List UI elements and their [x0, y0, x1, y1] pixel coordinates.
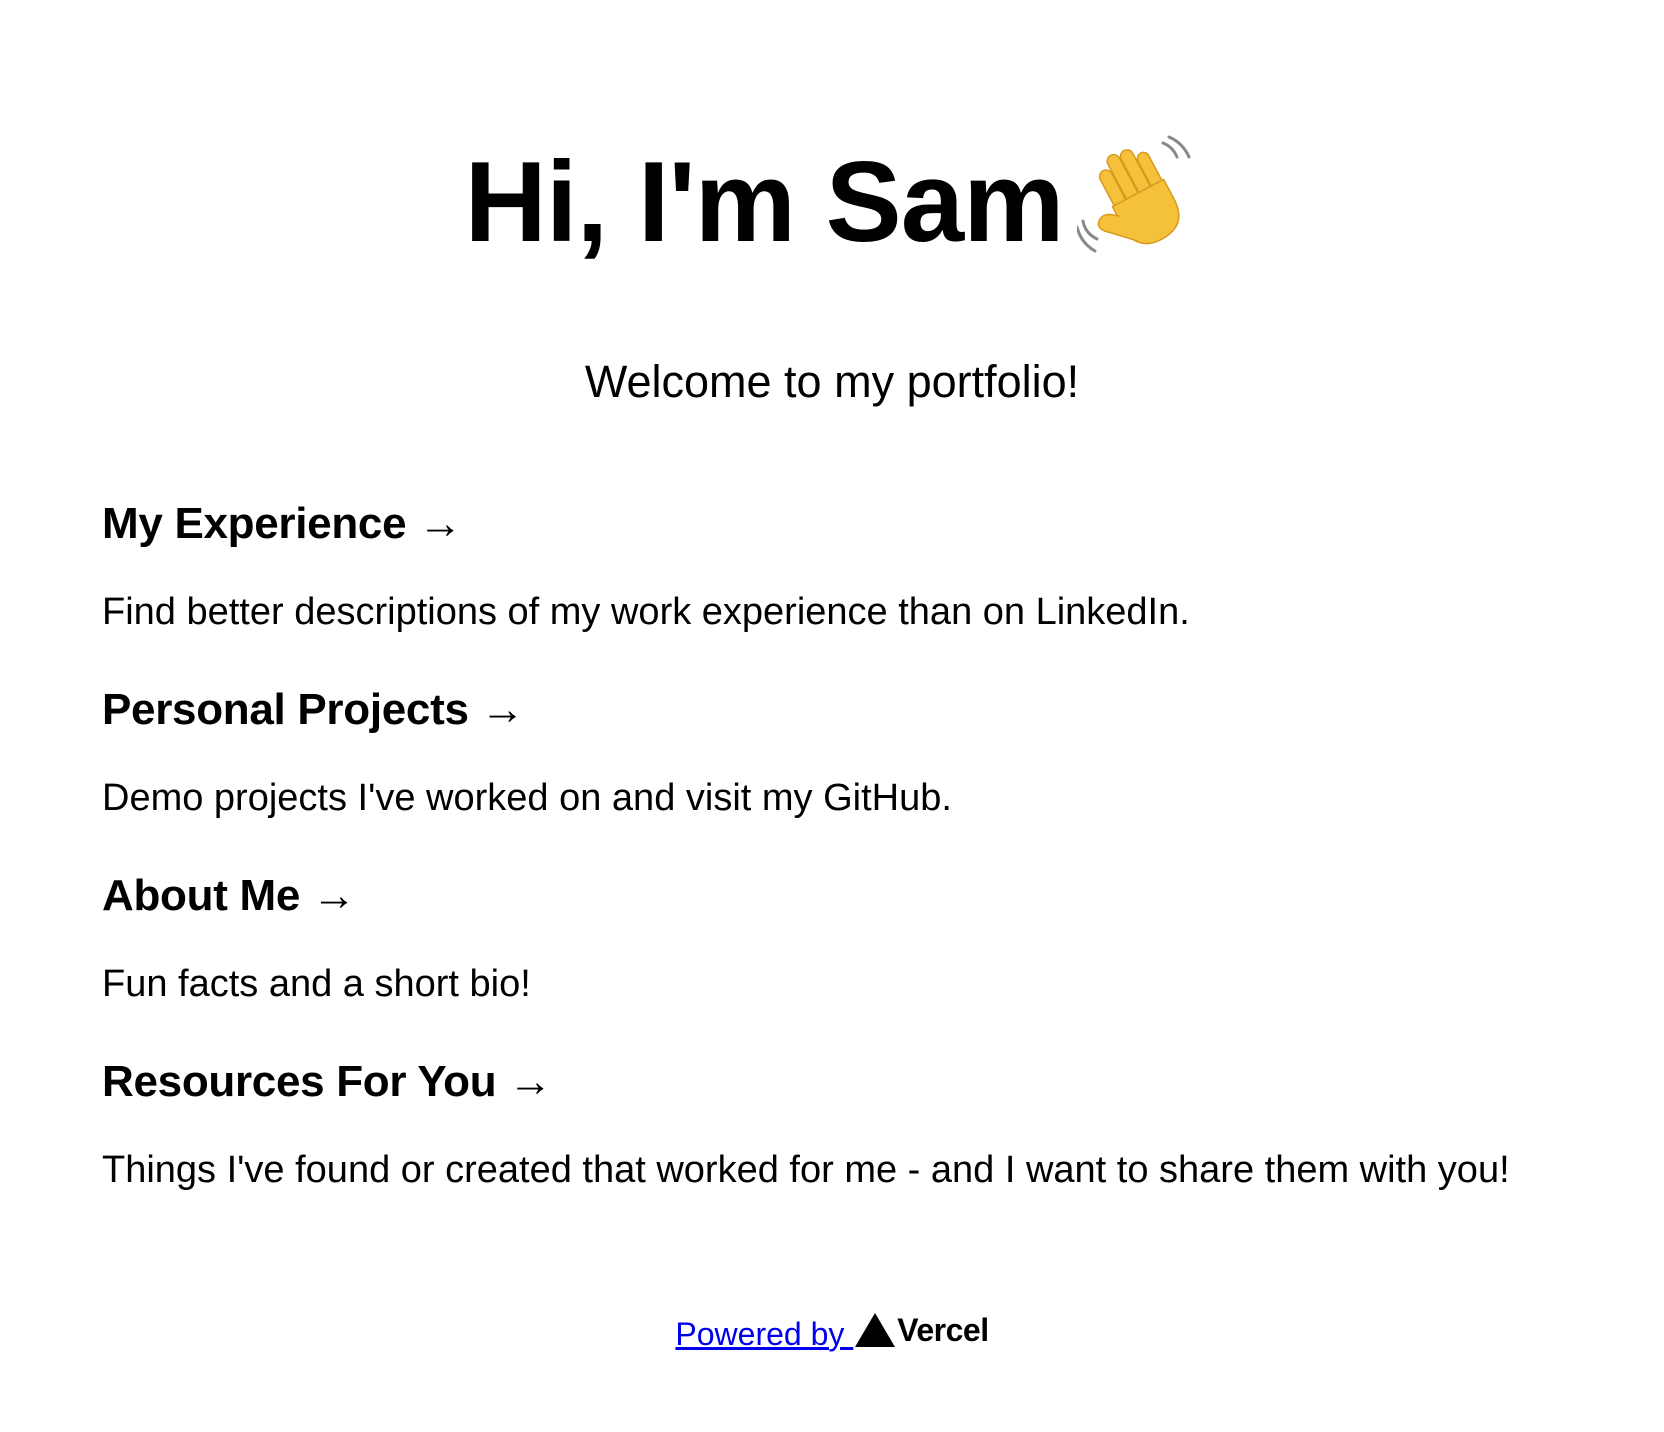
- arrow-right-icon: →: [418, 499, 462, 548]
- card-heading-text[interactable]: About Me: [102, 871, 300, 920]
- card-heading[interactable]: Personal Projects →: [102, 683, 1582, 739]
- card-description: Things I've found or created that worked…: [102, 1149, 1510, 1191]
- vercel-logo[interactable]: Vercel: [855, 1311, 989, 1349]
- card-description: Find better descriptions of my work expe…: [102, 591, 1190, 633]
- card-heading[interactable]: About Me →: [102, 869, 1582, 925]
- footer: Powered by Vercel: [0, 1306, 1664, 1354]
- card-heading[interactable]: Resources For You →: [102, 1055, 1582, 1111]
- vercel-wordmark: Vercel: [897, 1311, 989, 1348]
- powered-by-text[interactable]: Powered by: [675, 1316, 853, 1353]
- nav-cards: My Experience → Find better descriptions …: [102, 497, 1582, 1241]
- arrow-right-icon: →: [312, 871, 356, 920]
- waving-hand-icon: [1077, 135, 1191, 253]
- card-my-experience[interactable]: My Experience → Find better descriptions …: [102, 497, 1582, 683]
- vercel-triangle-icon: [855, 1313, 896, 1347]
- card-heading-text[interactable]: My Experience: [102, 499, 407, 548]
- subtitle: Welcome to my portfolio!: [584, 356, 1080, 407]
- card-description: Demo projects I've worked on and visit m…: [102, 777, 952, 819]
- hero-title: Hi, I'm Sam: [0, 130, 1664, 266]
- card-personal-projects[interactable]: Personal Projects → Demo projects I've wo…: [102, 683, 1582, 869]
- card-description: Fun facts and a short bio!: [102, 963, 531, 1005]
- arrow-right-icon: →: [480, 685, 525, 734]
- hero-title-text: Hi, I'm Sam: [464, 138, 1065, 266]
- arrow-right-icon: →: [508, 1057, 552, 1106]
- card-about-me[interactable]: About Me → Fun facts and a short bio!: [102, 869, 1582, 1055]
- card-heading-text[interactable]: Resources For You: [102, 1057, 497, 1106]
- card-resources-for-you[interactable]: Resources For You → Things I've found or …: [102, 1055, 1582, 1241]
- powered-by-vercel-link[interactable]: Powered by Vercel: [675, 1308, 989, 1353]
- card-heading-text[interactable]: Personal Projects: [102, 685, 469, 734]
- card-heading[interactable]: My Experience →: [102, 497, 1582, 553]
